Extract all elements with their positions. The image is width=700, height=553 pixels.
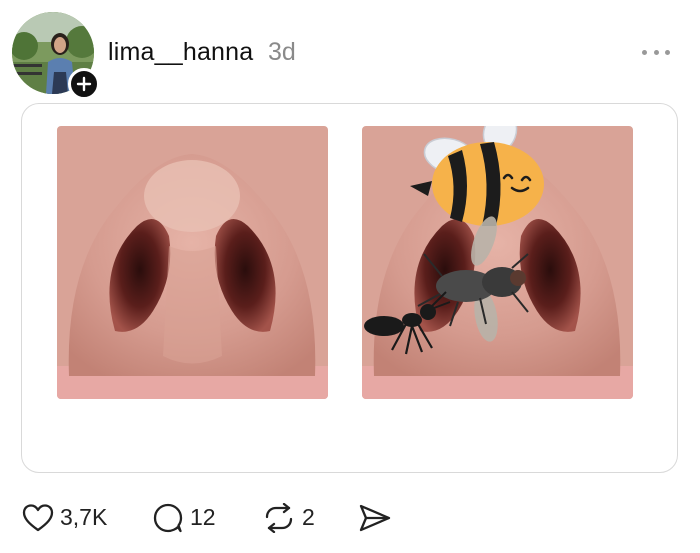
comment-bubble-icon — [153, 503, 183, 532]
like-count: 3,7K — [60, 504, 108, 530]
post-actions-bar: 3,7K 12 2 — [0, 495, 700, 540]
more-options-button[interactable] — [636, 40, 676, 64]
post-media-card[interactable] — [21, 103, 678, 473]
comment-button[interactable]: 12 — [152, 495, 216, 540]
repost-button[interactable]: 2 — [262, 495, 315, 540]
heart-icon — [22, 503, 54, 531]
like-button[interactable]: 3,7K — [22, 495, 107, 540]
nose-with-insects-image — [362, 126, 633, 399]
share-button[interactable] — [358, 495, 392, 540]
follow-button[interactable] — [68, 68, 100, 100]
comment-count: 12 — [190, 504, 216, 530]
post-header: lima__hanna 3d — [0, 0, 700, 100]
username[interactable]: lima__hanna — [108, 38, 253, 67]
plus-icon — [76, 76, 92, 92]
nose-photo-right[interactable] — [362, 126, 633, 399]
repost-count: 2 — [302, 504, 315, 530]
nose-image — [57, 126, 328, 399]
more-dots-icon — [653, 49, 659, 55]
repost-icon — [265, 502, 293, 533]
post-time: 3d — [268, 38, 296, 66]
send-icon — [359, 504, 391, 531]
more-dots-icon — [665, 49, 670, 55]
avatar-container[interactable] — [12, 12, 100, 100]
more-dots-icon — [642, 49, 647, 55]
nose-photo-left[interactable] — [57, 126, 328, 399]
